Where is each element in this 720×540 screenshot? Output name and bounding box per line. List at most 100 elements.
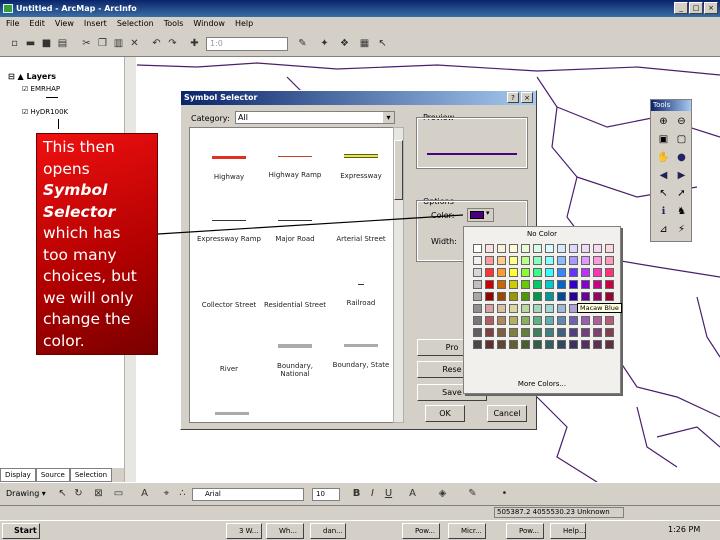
- font-icon[interactable]: ∴: [176, 487, 189, 500]
- color-swatch[interactable]: [533, 280, 542, 289]
- color-swatch[interactable]: [569, 340, 578, 349]
- hyperlink-icon[interactable]: ⚡: [675, 223, 688, 236]
- color-swatch[interactable]: [497, 328, 506, 337]
- color-swatch[interactable]: [485, 244, 494, 253]
- color-swatch[interactable]: [533, 304, 542, 313]
- color-swatch[interactable]: [557, 340, 566, 349]
- color-swatch[interactable]: [533, 244, 542, 253]
- color-swatch[interactable]: [581, 268, 590, 277]
- color-swatch[interactable]: [593, 292, 602, 301]
- color-swatch[interactable]: [509, 292, 518, 301]
- color-swatch[interactable]: [485, 304, 494, 313]
- color-swatch[interactable]: [593, 316, 602, 325]
- color-swatch[interactable]: [473, 244, 482, 253]
- underline-icon[interactable]: U: [382, 487, 395, 500]
- color-swatch[interactable]: [605, 328, 614, 337]
- color-swatch[interactable]: [557, 292, 566, 301]
- color-swatch[interactable]: [545, 328, 554, 337]
- color-swatch[interactable]: [593, 256, 602, 265]
- edit-vertices-icon[interactable]: ⌖: [160, 487, 173, 500]
- task-button[interactable]: 3 W...: [226, 523, 262, 539]
- color-swatch[interactable]: [593, 340, 602, 349]
- color-swatch[interactable]: [521, 340, 530, 349]
- color-swatch[interactable]: [497, 280, 506, 289]
- line-color-icon[interactable]: ✎: [466, 487, 479, 500]
- color-swatch[interactable]: [545, 244, 554, 253]
- color-swatch[interactable]: [473, 256, 482, 265]
- color-swatch[interactable]: [605, 280, 614, 289]
- color-swatch[interactable]: [521, 256, 530, 265]
- color-swatch[interactable]: [521, 280, 530, 289]
- color-swatch[interactable]: [509, 340, 518, 349]
- color-swatch[interactable]: [605, 316, 614, 325]
- color-swatch[interactable]: [569, 316, 578, 325]
- color-swatch[interactable]: [605, 268, 614, 277]
- color-swatch[interactable]: [545, 256, 554, 265]
- color-swatch[interactable]: [485, 292, 494, 301]
- full-extent-icon[interactable]: ●: [675, 151, 688, 164]
- task-button[interactable]: Wh...: [266, 523, 304, 539]
- find-icon[interactable]: ♞: [675, 205, 688, 218]
- no-color-option[interactable]: No Color: [464, 230, 620, 238]
- color-swatch[interactable]: [509, 244, 518, 253]
- task-button[interactable]: Micr...: [448, 523, 486, 539]
- color-swatch[interactable]: [509, 256, 518, 265]
- color-swatch[interactable]: [581, 292, 590, 301]
- measure-icon[interactable]: ⊿: [657, 223, 670, 236]
- color-swatch[interactable]: [569, 292, 578, 301]
- color-swatch[interactable]: [485, 280, 494, 289]
- select-elements-icon[interactable]: ➚: [675, 187, 688, 200]
- color-swatch[interactable]: [545, 268, 554, 277]
- color-swatch[interactable]: [473, 292, 482, 301]
- back-extent-icon[interactable]: ◀: [657, 169, 670, 182]
- color-swatch[interactable]: [545, 316, 554, 325]
- color-swatch[interactable]: [521, 292, 530, 301]
- color-swatch[interactable]: [605, 340, 614, 349]
- color-swatch[interactable]: [485, 268, 494, 277]
- color-swatch[interactable]: [593, 268, 602, 277]
- color-swatch[interactable]: [581, 280, 590, 289]
- color-swatch[interactable]: [485, 256, 494, 265]
- bold-icon[interactable]: B: [350, 487, 363, 500]
- color-swatch[interactable]: [497, 340, 506, 349]
- task-button[interactable]: Pow...: [506, 523, 544, 539]
- italic-icon[interactable]: I: [366, 487, 379, 500]
- color-swatch[interactable]: [521, 328, 530, 337]
- color-swatch[interactable]: [497, 268, 506, 277]
- color-swatch[interactable]: [521, 304, 530, 313]
- color-swatch[interactable]: [545, 304, 554, 313]
- color-swatch[interactable]: [545, 340, 554, 349]
- color-swatch[interactable]: [557, 328, 566, 337]
- color-swatch[interactable]: [509, 304, 518, 313]
- color-swatch[interactable]: [569, 280, 578, 289]
- color-swatch[interactable]: [593, 280, 602, 289]
- color-swatch[interactable]: [557, 280, 566, 289]
- color-swatch[interactable]: [497, 292, 506, 301]
- color-swatch[interactable]: [533, 292, 542, 301]
- font-dropdown[interactable]: Arial: [192, 488, 304, 501]
- forward-extent-icon[interactable]: ▶: [675, 169, 688, 182]
- color-swatch[interactable]: [557, 244, 566, 253]
- text-icon[interactable]: A: [138, 487, 151, 500]
- color-swatch[interactable]: [497, 316, 506, 325]
- color-swatch[interactable]: [485, 328, 494, 337]
- color-swatch[interactable]: [533, 256, 542, 265]
- drawing-menu[interactable]: Drawing ▾: [6, 489, 46, 498]
- font-color-icon[interactable]: A: [406, 487, 419, 500]
- color-swatch[interactable]: [581, 328, 590, 337]
- color-swatch[interactable]: [605, 292, 614, 301]
- start-button[interactable]: Start: [2, 523, 40, 539]
- marker-color-icon[interactable]: •: [498, 487, 511, 500]
- color-swatch[interactable]: [509, 328, 518, 337]
- color-swatch[interactable]: [497, 304, 506, 313]
- color-swatch[interactable]: [605, 256, 614, 265]
- color-swatch[interactable]: [545, 292, 554, 301]
- task-button[interactable]: dan...: [310, 523, 346, 539]
- rotate-icon[interactable]: ↻: [72, 487, 85, 500]
- color-swatch[interactable]: [557, 268, 566, 277]
- color-swatch[interactable]: [509, 316, 518, 325]
- identify-icon[interactable]: ℹ: [657, 205, 670, 218]
- color-swatch[interactable]: [593, 244, 602, 253]
- color-swatch[interactable]: [509, 280, 518, 289]
- color-swatch[interactable]: [557, 316, 566, 325]
